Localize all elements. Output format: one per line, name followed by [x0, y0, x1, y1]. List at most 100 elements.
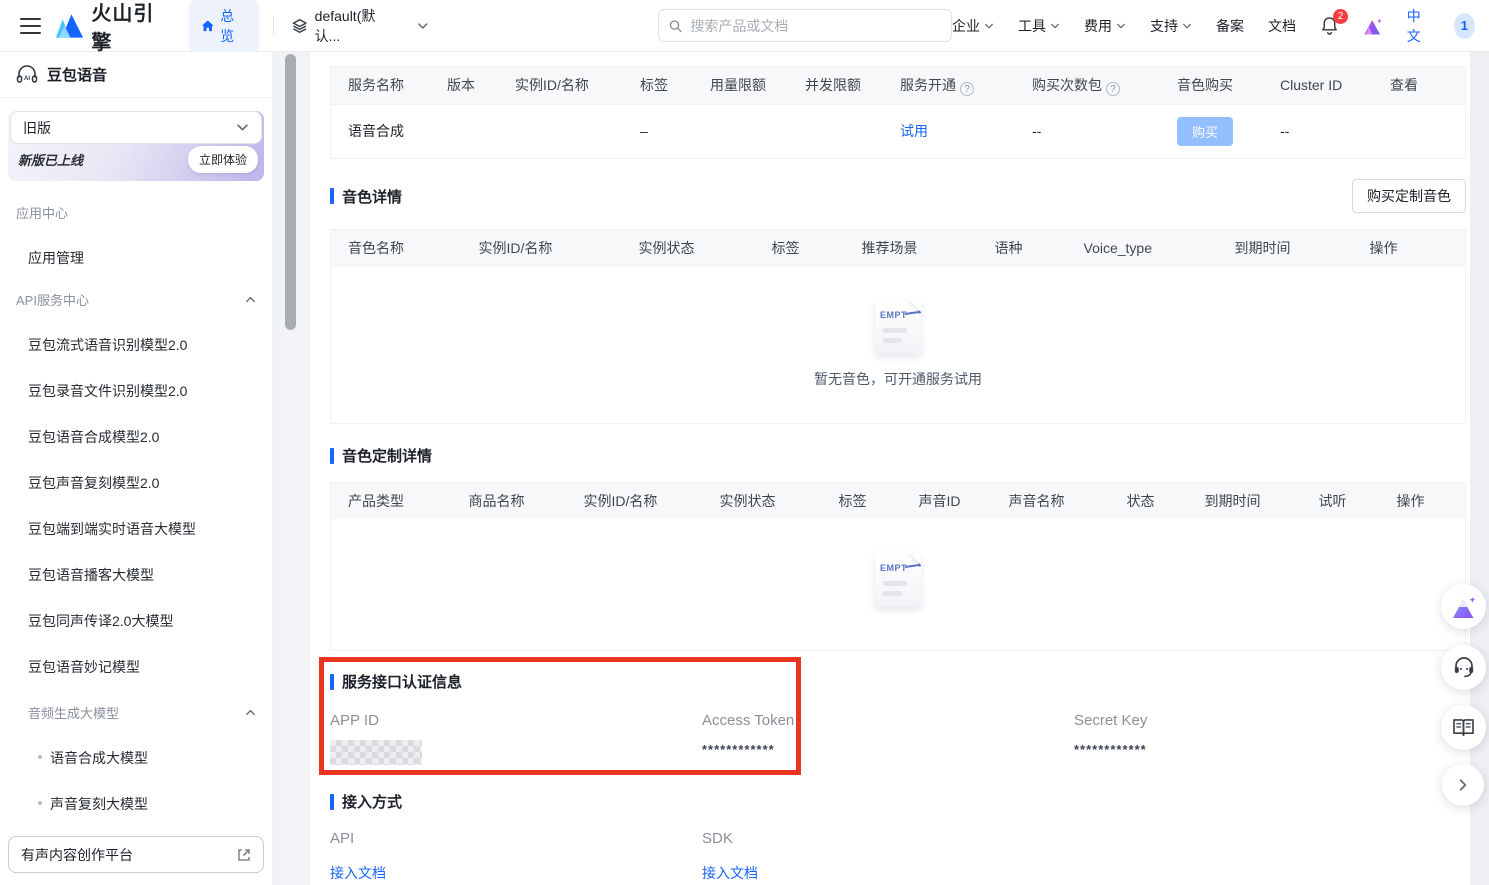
col-version: 版本: [439, 67, 507, 104]
chevron-right-icon: [1456, 778, 1470, 792]
nav-right: 企业 工具 费用 支持 备案 文档 2 中文 1: [952, 6, 1475, 46]
col-tag: 标签: [632, 67, 702, 104]
buy-button[interactable]: 购买: [1177, 117, 1233, 146]
sidebar-item-miaoji-model[interactable]: 豆包语音妙记模型: [0, 657, 272, 677]
sdk-label: SDK: [702, 830, 1074, 847]
col-status: 状态: [1119, 482, 1197, 519]
col-voice-name: 声音名称: [1001, 482, 1119, 519]
sidebar-item-simultaneous-translation[interactable]: 豆包同声传译2.0大模型: [0, 611, 272, 631]
col-voice-purchase: 音色购买: [1169, 67, 1272, 104]
buy-custom-voice-button[interactable]: 购买定制音色: [1352, 179, 1466, 213]
notification-badge: 2: [1333, 9, 1348, 24]
col-service-name: 服务名称: [331, 67, 439, 104]
sdk-access: SDK 接入文档: [702, 830, 1074, 883]
sidebar-item-tts-2[interactable]: 豆包语音合成模型2.0: [0, 427, 272, 447]
home-icon: [201, 19, 215, 33]
sidebar-item-streaming-asr-2[interactable]: 豆包流式语音识别模型2.0: [0, 335, 272, 355]
sidebar-item-podcast-model[interactable]: 豆包语音播客大模型: [0, 565, 272, 585]
scrollbar-thumb[interactable]: [285, 54, 296, 330]
ai-mountain-icon: [1451, 596, 1477, 618]
col-tag: 标签: [831, 482, 911, 519]
volcengine-logo[interactable]: 火山引擎: [55, 0, 172, 55]
chevron-down-icon: [417, 20, 429, 32]
custom-empty-state: EMPT: [330, 519, 1466, 651]
col-instance-id: 实例ID/名称: [576, 482, 712, 519]
search-input[interactable]: [690, 18, 941, 34]
empty-doc-icon: EMPT: [875, 553, 921, 607]
nav-menu-billing[interactable]: 费用: [1084, 16, 1126, 36]
cell-usage-limit: [702, 104, 797, 158]
main-content: 服务名称 版本 实例ID/名称 标签 用量限额 并发限额 服务开通? 购买次数包…: [310, 52, 1489, 885]
service-table-header-row: 服务名称 版本 实例ID/名称 标签 用量限额 并发限额 服务开通? 购买次数包…: [331, 67, 1465, 104]
sidebar-item-realtime-voice[interactable]: 豆包端到端实时语音大模型: [0, 519, 272, 539]
secret-key-field: Secret Key ************: [1074, 712, 1446, 765]
cell-tag: –: [632, 104, 702, 158]
col-instance-status: 实例状态: [631, 230, 764, 267]
hamburger-menu-icon[interactable]: [20, 18, 41, 34]
trial-link[interactable]: 试用: [900, 123, 928, 139]
nav-menu-docs[interactable]: 文档: [1268, 16, 1296, 36]
secret-key-label: Secret Key: [1074, 712, 1446, 729]
service-table-row: 语音合成 – 试用 -- 购买 --: [331, 104, 1465, 158]
nav-menu-beian[interactable]: 备案: [1216, 16, 1244, 36]
help-icon[interactable]: ?: [1106, 82, 1120, 96]
version-value: 旧版: [23, 118, 51, 138]
col-concurrency-limit: 并发限额: [797, 67, 892, 104]
nav-menu-enterprise[interactable]: 企业: [952, 16, 994, 36]
col-service-open: 服务开通?: [892, 67, 1024, 104]
cell-view: [1382, 104, 1465, 158]
overview-tab[interactable]: 总览: [189, 0, 260, 52]
ai-assistant-icon[interactable]: [1363, 15, 1383, 37]
sidebar-item-clone-large-model[interactable]: 声音复刻大模型: [0, 794, 272, 814]
col-language: 语种: [987, 230, 1076, 267]
notification-bell[interactable]: 2: [1320, 16, 1339, 35]
api-doc-link[interactable]: 接入文档: [330, 863, 702, 883]
version-selector[interactable]: 旧版: [10, 111, 262, 144]
help-icon[interactable]: ?: [960, 82, 974, 96]
chevron-down-icon: [236, 121, 249, 134]
service-table: 服务名称 版本 实例ID/名称 标签 用量限额 并发限额 服务开通? 购买次数包…: [330, 66, 1466, 159]
docs-float-button[interactable]: [1441, 705, 1486, 750]
expand-float-button[interactable]: [1442, 764, 1484, 806]
cell-voice-purchase: 购买: [1169, 104, 1272, 158]
cell-concurrency-limit: [797, 104, 892, 158]
access-token-value: ************: [702, 742, 1074, 757]
language-switcher[interactable]: 中文: [1407, 6, 1430, 46]
col-expire-time: 到期时间: [1227, 230, 1362, 267]
open-book-icon: [1452, 718, 1475, 737]
support-float-button[interactable]: [1441, 645, 1486, 690]
chevron-down-icon: [1182, 21, 1192, 31]
search-box[interactable]: [658, 9, 952, 42]
col-scenario: 推荐场景: [854, 230, 987, 267]
access-section: 接入方式 API 接入文档 SDK 接入文档: [330, 791, 1466, 883]
nav-menu-support[interactable]: 支持: [1150, 16, 1192, 36]
sidebar-item-app-management[interactable]: 应用管理: [0, 248, 272, 268]
user-avatar[interactable]: 1: [1454, 13, 1475, 39]
sidebar-item-voice-clone-2[interactable]: 豆包声音复刻模型2.0: [0, 473, 272, 493]
search-icon: [669, 19, 682, 33]
cell-cluster-id: --: [1272, 104, 1382, 158]
cell-instance-id: [507, 104, 632, 158]
project-layers-icon: [292, 18, 307, 34]
app-id-label: APP ID: [330, 712, 702, 729]
app-id-field: APP ID: [330, 712, 702, 765]
sdk-doc-link[interactable]: 接入文档: [702, 863, 1074, 883]
nav-menu-tools[interactable]: 工具: [1018, 16, 1060, 36]
chevron-up-icon: [245, 707, 256, 718]
group-audio-generation[interactable]: 音频生成大模型: [0, 703, 272, 722]
col-instance-status: 实例状态: [712, 482, 831, 519]
voice-empty-state: EMPT 暂无音色，可开通服务试用: [330, 267, 1466, 424]
project-name: default(默认...: [315, 6, 398, 46]
try-now-button[interactable]: 立即体验: [188, 146, 258, 173]
ai-assistant-float-button[interactable]: [1441, 584, 1486, 629]
overview-label: 总览: [220, 6, 247, 46]
audio-creation-platform-link[interactable]: 有声内容创作平台: [8, 836, 264, 873]
api-access: API 接入文档: [330, 830, 702, 883]
sidebar-item-tts-large-model[interactable]: 语音合成大模型: [0, 748, 272, 768]
sidebar-item-file-asr-2[interactable]: 豆包录音文件识别模型2.0: [0, 381, 272, 401]
section-api-center[interactable]: API服务中心: [0, 290, 272, 309]
chevron-down-icon: [1050, 21, 1060, 31]
voice-table-header-row: 音色名称 实例ID/名称 实例状态 标签 推荐场景 语种 Voice_type …: [331, 230, 1466, 267]
project-selector[interactable]: default(默认...: [292, 6, 428, 46]
secret-key-value: ************: [1074, 742, 1446, 757]
